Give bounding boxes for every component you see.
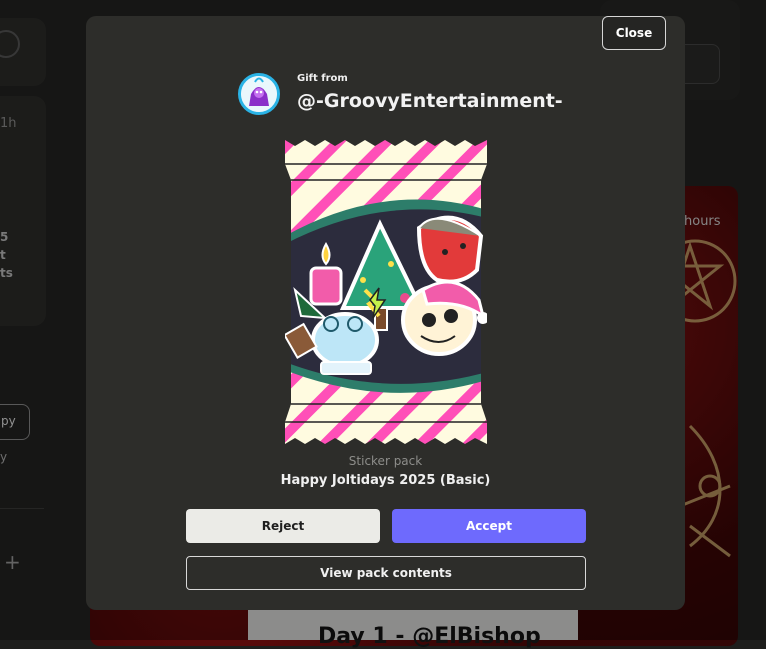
gifter-avatar[interactable]	[238, 73, 280, 115]
pack-name: Happy Joltidays 2025 (Basic)	[280, 473, 491, 488]
pack-type-label: Sticker pack	[348, 454, 423, 468]
red-mask-icon	[416, 215, 484, 284]
accept-button[interactable]: Accept	[392, 509, 586, 543]
reject-button[interactable]: Reject	[186, 509, 380, 543]
close-button[interactable]: Close	[602, 16, 666, 50]
gift-modal: Close Gift from @-GroovyEntertainment- S…	[86, 16, 685, 610]
sticker-pack-image	[283, 140, 489, 444]
view-pack-contents-button[interactable]: View pack contents	[186, 556, 586, 590]
avatar-icon	[241, 76, 277, 112]
gifter-name[interactable]: @-GroovyEntertainment-	[297, 90, 563, 112]
gift-from-label: Gift from	[297, 73, 348, 84]
